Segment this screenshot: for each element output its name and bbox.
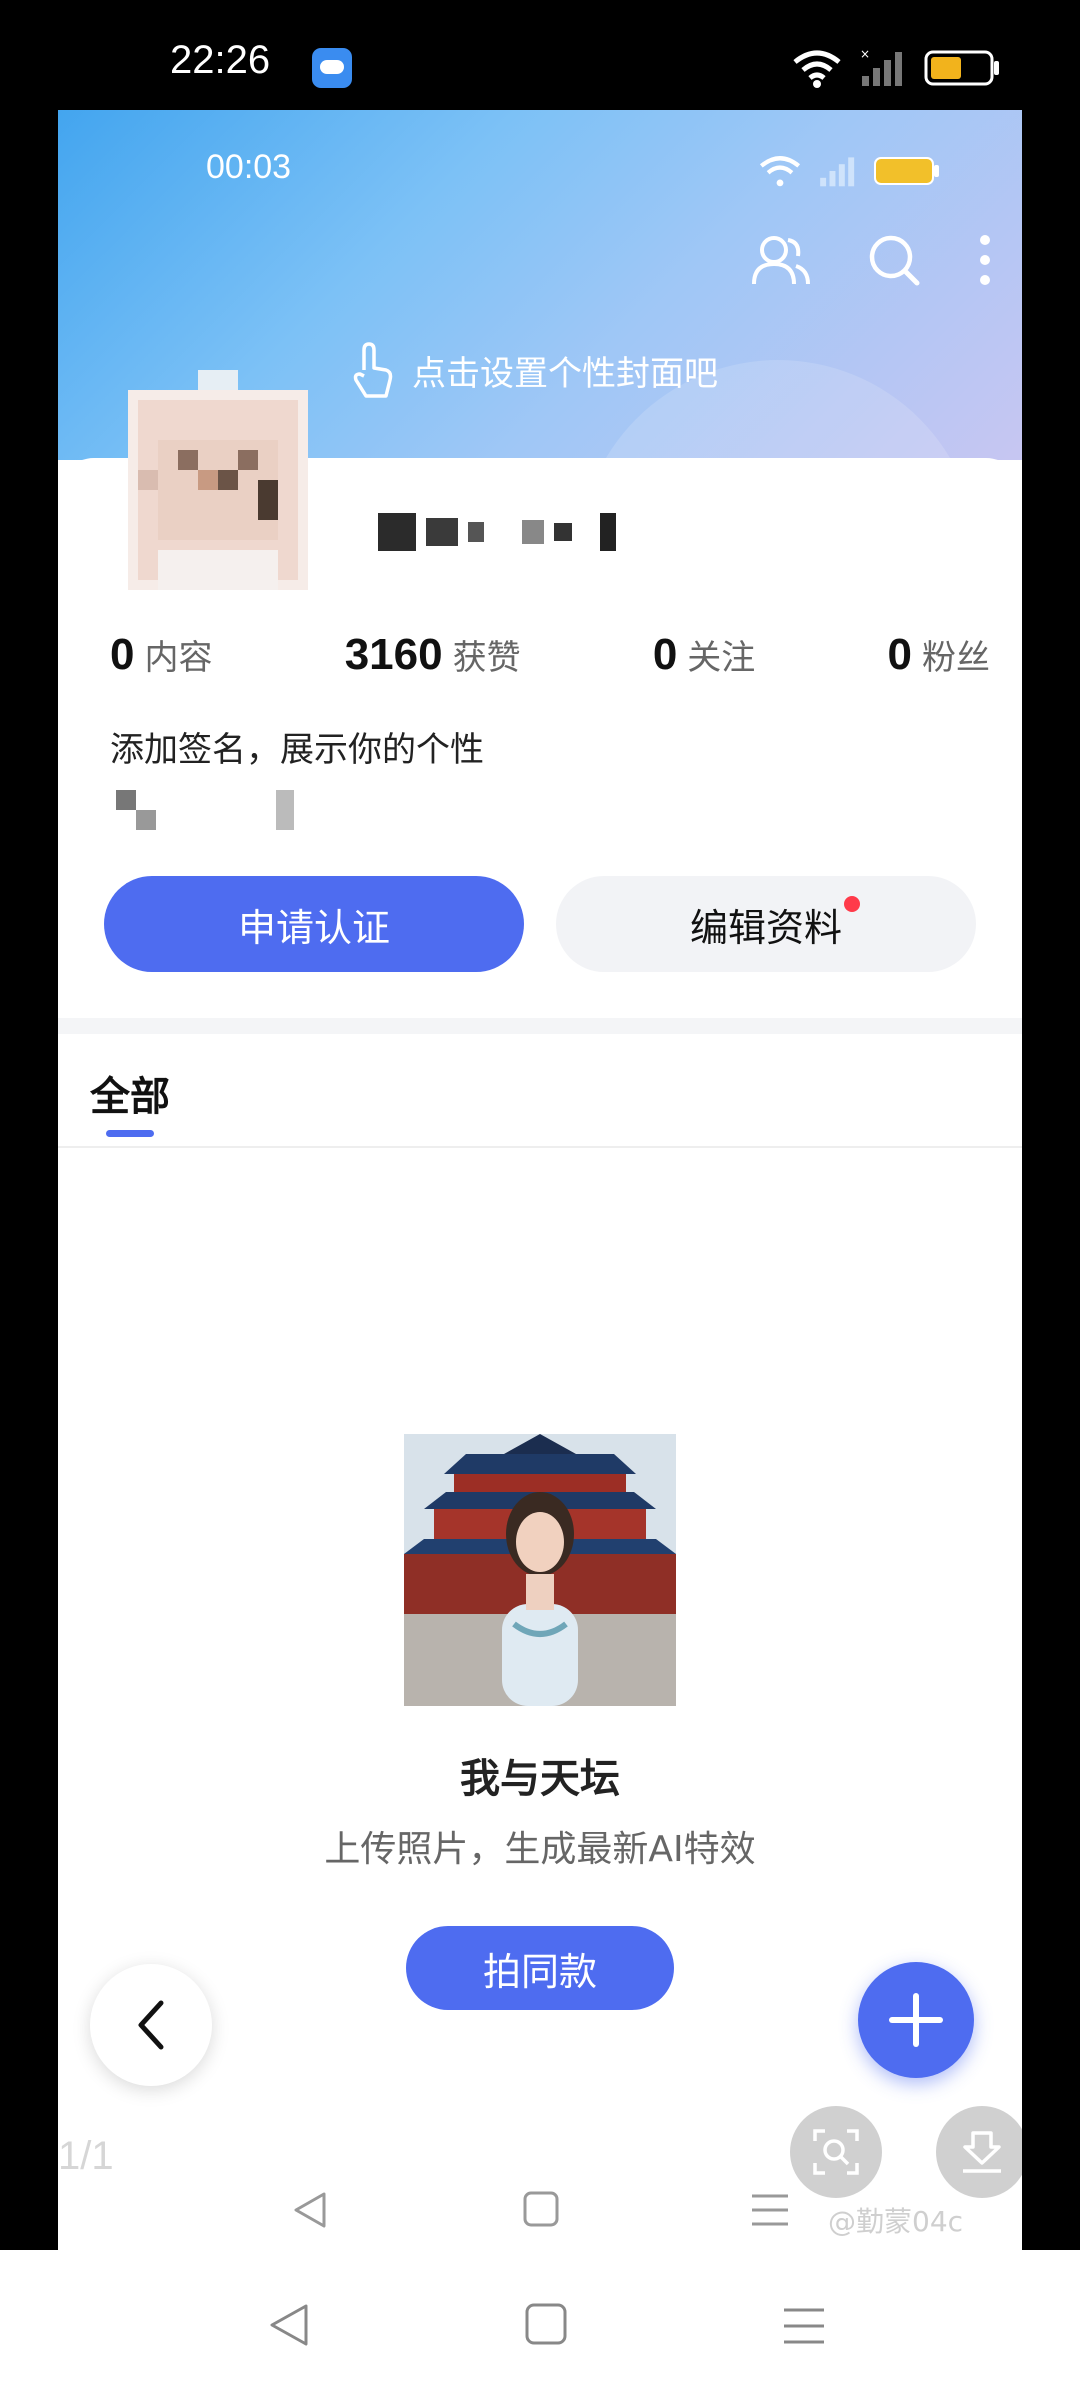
make-same-button[interactable]: 拍同款 <box>406 1926 674 2010</box>
wifi-icon <box>793 50 841 88</box>
stat-label: 获赞 <box>452 638 521 678</box>
edit-profile-button[interactable]: 编辑资料 <box>556 876 976 972</box>
promo-title: 我与天坛 <box>460 1756 620 1802</box>
more-vertical-icon[interactable] <box>978 232 992 288</box>
nav-back-icon[interactable] <box>266 2302 312 2348</box>
download-button[interactable] <box>936 2106 1022 2198</box>
outer-status-time: 22:26 <box>170 38 271 82</box>
bio-text[interactable]: 添加签名，展示你的个性 <box>110 722 484 771</box>
scan-search-icon <box>813 2129 859 2175</box>
weather-app-icon <box>312 48 352 88</box>
notification-dot <box>844 896 860 912</box>
battery-icon <box>924 50 999 86</box>
inner-status-icons <box>758 154 940 188</box>
outer-navigation-bar <box>0 2250 1080 2400</box>
set-cover-hint-text: 点击设置个性封面吧 <box>412 353 718 394</box>
stat-likes[interactable]: 3160 获赞 <box>345 630 521 680</box>
stat-value: 3160 <box>344 630 443 679</box>
stat-label: 内容 <box>144 638 213 678</box>
section-divider <box>58 1018 1022 1034</box>
promo-subtitle: 上传照片，生成最新AI特效 <box>324 1829 756 1870</box>
back-button[interactable] <box>90 1964 212 2086</box>
tab-all[interactable]: 全部 <box>90 1064 170 1122</box>
nav-home-icon[interactable] <box>522 2190 560 2228</box>
search-icon[interactable] <box>866 232 922 288</box>
stat-value: 0 <box>887 630 912 679</box>
outer-status-bar: 22:26 × <box>0 0 1080 110</box>
apply-verification-button[interactable]: 申请认证 <box>104 876 524 972</box>
username-pixelated <box>378 510 616 554</box>
plus-icon <box>889 1993 943 2047</box>
tab-indicator <box>106 1130 154 1137</box>
stat-following[interactable]: 0 关注 <box>653 630 755 680</box>
inner-status-time: 00:03 <box>206 148 292 186</box>
set-cover-hint[interactable]: 点击设置个性封面吧 <box>348 340 718 400</box>
stat-label: 粉丝 <box>922 638 990 678</box>
nav-menu-icon[interactable] <box>782 2306 826 2346</box>
screenshot-button[interactable] <box>790 2106 882 2198</box>
nav-home-icon[interactable] <box>524 2302 568 2346</box>
outer-status-icons: × <box>792 44 1000 92</box>
nav-back-icon[interactable] <box>290 2190 330 2230</box>
wifi-icon <box>759 156 801 187</box>
nav-menu-icon[interactable] <box>750 2192 790 2228</box>
stat-followers[interactable]: 0 粉丝 <box>888 630 990 680</box>
download-icon <box>963 2131 1001 2173</box>
stat-value: 0 <box>110 630 135 679</box>
avatar[interactable] <box>98 370 338 610</box>
watermark: @勤蒙04c <box>828 2205 964 2238</box>
tab-divider <box>58 1146 1022 1148</box>
svg-text:×: × <box>860 48 870 61</box>
signal-icon <box>820 157 855 187</box>
tap-hand-icon <box>353 342 393 398</box>
top-actions <box>750 232 992 288</box>
stat-content[interactable]: 0 内容 <box>110 630 212 680</box>
app-screen: 00:03 点击设置个性封面吧 0 内容 3160 获赞 0 关注 0 粉丝 添… <box>58 110 1022 2250</box>
profile-stats: 0 内容 3160 获赞 0 关注 0 粉丝 <box>110 630 990 680</box>
promo-image[interactable] <box>404 1434 676 1706</box>
signal-icon: × <box>860 48 902 86</box>
battery-icon <box>874 157 939 185</box>
friends-icon[interactable] <box>750 232 810 288</box>
add-button[interactable] <box>858 1962 974 2078</box>
chevron-left-icon <box>138 2000 164 2050</box>
stat-value: 0 <box>652 630 678 679</box>
stat-label: 关注 <box>687 638 756 678</box>
